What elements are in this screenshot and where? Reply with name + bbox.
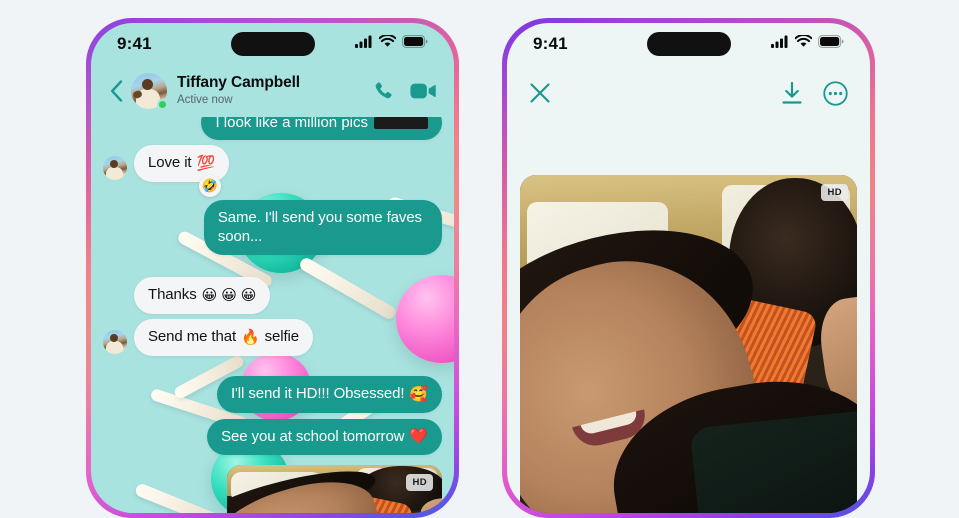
battery-icon [402,35,428,53]
message-row[interactable]: Same. I'll send you some faves soon... [103,199,442,256]
wifi-icon [794,34,813,53]
hd-badge: HD [821,184,848,201]
more-options-icon[interactable] [823,80,848,106]
message-row[interactable]: Love it 💯 🤣 [103,145,442,197]
left-phone-frame: 9:41 Tiffany Campbell Active now I look … [86,18,459,518]
message-emoji: 🥰 [409,385,428,403]
message-text: I'll send it HD!!! Obsessed! [230,384,405,402]
message-row-photo[interactable]: HD [103,465,442,513]
photo-attachment[interactable]: HD [227,465,442,513]
message-bubble[interactable]: I'll send it HD!!! Obsessed! 🥰 [216,375,442,413]
sender-avatar [103,329,127,354]
message-row[interactable]: Send me that 🔥 selfie [103,319,442,356]
contact-info[interactable]: Tiffany Campbell Active now [177,74,372,108]
battery-icon [818,35,844,53]
header-actions [372,80,440,102]
viewer-toolbar [507,65,870,121]
message-text: Same. I'll send you some faves soon... [217,208,422,245]
message-text: See you at school tomorrow [221,427,405,445]
message-thread[interactable]: I look like a million pics Love it 💯 🤣 S… [91,105,454,513]
cellular-signal-icon [771,35,789,53]
phone-call-icon[interactable] [372,80,394,102]
message-text-before: Send me that [148,328,237,345]
sender-avatar [103,155,127,180]
online-status-dot [157,99,168,110]
status-icons [355,34,428,53]
avatar[interactable] [131,73,168,110]
status-time: 9:41 [117,34,152,53]
hd-badge: HD [406,474,433,492]
message-bubble[interactable]: Same. I'll send you some faves soon... [203,199,442,256]
wifi-icon [378,34,397,53]
status-icons [771,34,844,53]
download-icon[interactable] [781,81,803,105]
status-bar: 9:41 [91,23,454,65]
message-row[interactable]: See you at school tomorrow ❤️ [103,418,442,456]
message-text: Thanks [148,286,197,304]
message-bubble[interactable]: Send me that 🔥 selfie [134,319,314,356]
video-call-icon[interactable] [410,81,436,101]
chat-screen: 9:41 Tiffany Campbell Active now I look … [91,23,454,513]
message-emoji: 💯 [196,154,216,172]
message-bubble[interactable]: Thanks 😀 😀 😀 [134,277,271,314]
chat-header: Tiffany Campbell Active now [91,65,454,117]
viewer-photo[interactable]: HD [520,175,857,513]
message-text: Love it [148,154,192,171]
contact-status: Active now [177,93,233,106]
message-emoji: ❤️ [409,428,428,446]
viewer-actions [781,80,848,106]
screenshot-stage: 9:41 Tiffany Campbell Active now I look … [0,0,959,518]
status-time: 9:41 [533,34,568,53]
message-reaction[interactable]: 🤣 [199,175,221,197]
message-bubble[interactable]: See you at school tomorrow ❤️ [207,418,442,456]
status-bar: 9:41 [507,23,870,65]
back-button[interactable] [105,80,127,102]
contact-name: Tiffany Campbell [177,74,300,92]
redacted-emoji [374,116,428,129]
message-text-after: selfie [264,328,300,345]
close-x-icon[interactable] [529,82,551,104]
message-row[interactable]: I'll send it HD!!! Obsessed! 🥰 [103,375,442,413]
message-row[interactable]: Thanks 😀 😀 😀 [103,277,442,314]
message-emoji: 😀 😀 😀 [201,287,257,305]
message-emoji: 🔥 [241,328,260,346]
photo-viewer-screen: 9:41 HD [507,23,870,513]
right-phone-frame: 9:41 HD [502,18,875,518]
cellular-signal-icon [355,35,373,53]
